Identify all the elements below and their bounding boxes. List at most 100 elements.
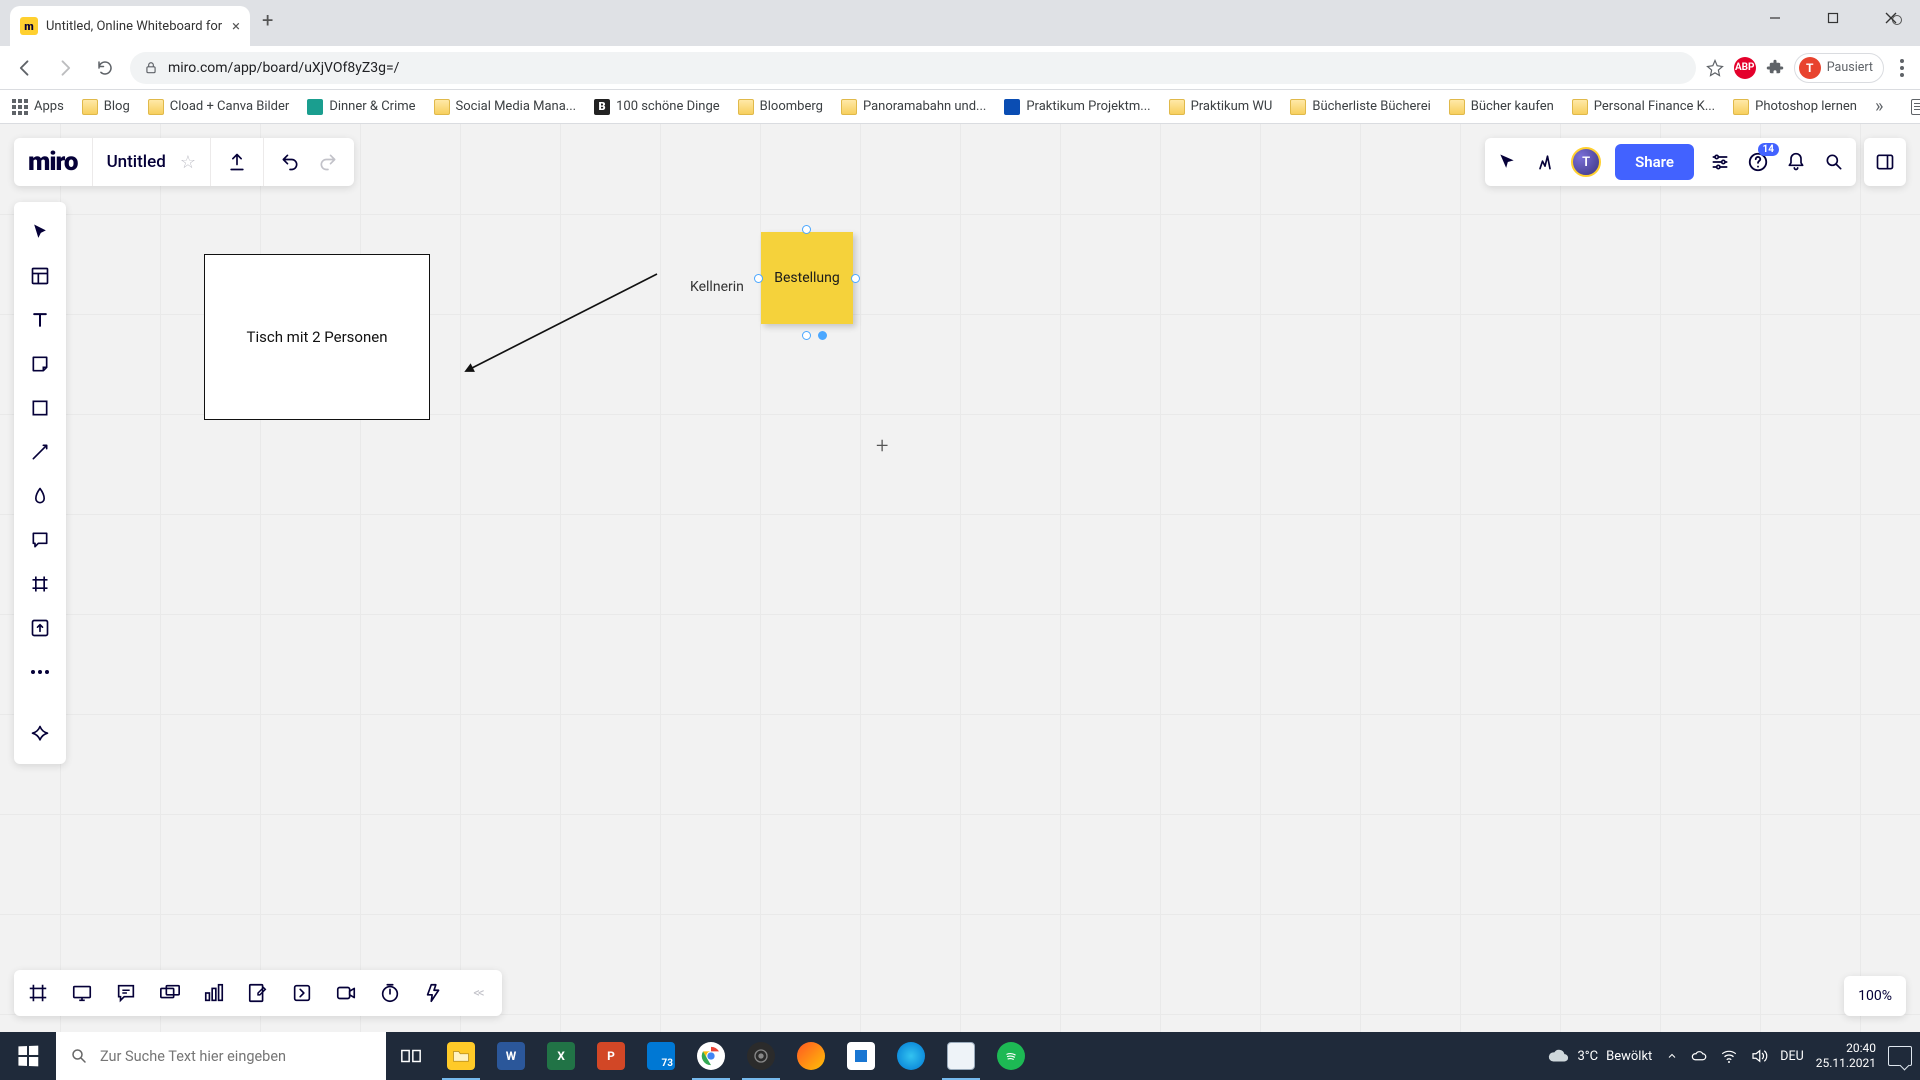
bookmark-favicon	[1572, 99, 1588, 115]
reading-list[interactable]: Leseliste	[1911, 99, 1920, 115]
bookmark-label: Photoshop lernen	[1755, 99, 1857, 114]
start-button[interactable]	[0, 1032, 56, 1080]
edge-icon[interactable]	[886, 1032, 936, 1080]
browser-tab[interactable]: m Untitled, Online Whiteboard for ×	[10, 6, 250, 46]
bookmark-item[interactable]: Social Media Mana...	[434, 99, 577, 115]
taskbar-tray: 3°C Bewölkt DEU 20:40 25.11.2021	[1547, 1032, 1920, 1080]
tab-strip: m Untitled, Online Whiteboard for × +	[0, 0, 1920, 46]
crosshair-cursor: +	[876, 434, 888, 459]
spotify-icon[interactable]	[986, 1032, 1036, 1080]
bookmark-favicon	[82, 99, 98, 115]
chrome-menu-icon[interactable]	[1894, 59, 1910, 77]
bookmark-item[interactable]: Praktikum WU	[1169, 99, 1273, 115]
bookmark-favicon	[434, 99, 450, 115]
volume-icon[interactable]	[1750, 1047, 1768, 1065]
taskbar-clock[interactable]: 20:40 25.11.2021	[1816, 1041, 1876, 1071]
language-indicator[interactable]: DEU	[1780, 1049, 1803, 1064]
clock-date: 25.11.2021	[1816, 1056, 1876, 1071]
obs-icon[interactable]	[736, 1032, 786, 1080]
miro-favicon: m	[20, 17, 38, 35]
bookmark-favicon	[1449, 99, 1465, 115]
bookmark-item[interactable]: Bücher kaufen	[1449, 99, 1554, 115]
lock-icon	[144, 61, 158, 75]
tray-chevron-icon[interactable]	[1666, 1050, 1678, 1062]
bookmark-label: 100 schöne Dinge	[616, 99, 720, 114]
bookmark-label: Praktikum WU	[1191, 99, 1273, 114]
maximize-button[interactable]	[1804, 0, 1862, 36]
app-icon-1[interactable]	[786, 1032, 836, 1080]
sticky-note[interactable]: Bestellung	[761, 232, 853, 324]
bookmark-label: Cload + Canva Bilder	[170, 99, 290, 114]
bookmark-favicon	[1004, 99, 1020, 115]
taskbar-apps: W X P 73	[386, 1032, 1036, 1080]
address-bar-actions: ABP T Pausiert	[1706, 53, 1910, 83]
close-tab-icon[interactable]: ×	[232, 17, 240, 35]
bookmark-item[interactable]: B100 schöne Dinge	[594, 99, 720, 115]
bookmark-label: Bloomberg	[760, 99, 823, 114]
explorer-icon[interactable]	[436, 1032, 486, 1080]
weather-widget[interactable]: 3°C Bewölkt	[1547, 1045, 1652, 1067]
forward-button[interactable]	[50, 53, 80, 83]
selection-handle-e[interactable]	[851, 274, 860, 283]
notepad-icon[interactable]	[936, 1032, 986, 1080]
extensions-icon[interactable]	[1766, 59, 1784, 77]
calendar-icon[interactable]: 73	[636, 1032, 686, 1080]
taskbar-search[interactable]	[56, 1032, 386, 1080]
canvas[interactable]: Tisch mit 2 Personen Kellnerin Bestellun…	[0, 124, 1920, 1032]
chrome-icon[interactable]	[686, 1032, 736, 1080]
back-button[interactable]	[10, 53, 40, 83]
app-icon-2[interactable]	[836, 1032, 886, 1080]
text-label[interactable]: Kellnerin	[690, 279, 744, 295]
weather-temp: 3°C	[1577, 1049, 1598, 1064]
bookmark-item[interactable]: Photoshop lernen	[1733, 99, 1857, 115]
selection-handle-w[interactable]	[754, 274, 763, 283]
bookmark-label: Bücherliste Bücherei	[1312, 99, 1430, 114]
bookmark-favicon	[307, 99, 323, 115]
rotate-handle[interactable]	[818, 331, 827, 340]
reload-button[interactable]	[90, 53, 120, 83]
action-center-icon[interactable]	[1888, 1046, 1912, 1066]
bookmarks-overflow-icon[interactable]: »	[1875, 96, 1883, 117]
url-field[interactable]: miro.com/app/board/uXjVOf8yZ3g=/	[130, 52, 1696, 84]
apps-shortcut[interactable]: Apps	[12, 99, 64, 115]
bookmark-favicon	[738, 99, 754, 115]
bookmark-favicon	[1290, 99, 1306, 115]
selection-handle-s[interactable]	[802, 331, 811, 340]
shape-rectangle[interactable]: Tisch mit 2 Personen	[204, 254, 430, 420]
onedrive-icon[interactable]	[1690, 1047, 1708, 1065]
clock-time: 20:40	[1816, 1041, 1876, 1056]
bookmark-star-icon[interactable]	[1706, 59, 1724, 77]
word-icon[interactable]: W	[486, 1032, 536, 1080]
bookmark-item[interactable]: Personal Finance K...	[1572, 99, 1715, 115]
bookmark-item[interactable]: Dinner & Crime	[307, 99, 415, 115]
windows-logo-icon	[18, 1046, 38, 1067]
profile-pill[interactable]: T Pausiert	[1794, 53, 1884, 83]
bookmark-item[interactable]: Blog	[82, 99, 130, 115]
minimize-button[interactable]	[1746, 0, 1804, 36]
bookmark-label: Praktikum Projektm...	[1026, 99, 1150, 114]
excel-icon[interactable]: X	[536, 1032, 586, 1080]
abp-extension-icon[interactable]: ABP	[1734, 57, 1756, 79]
selection-handle-n[interactable]	[802, 225, 811, 234]
bookmark-item[interactable]: Bücherliste Bücherei	[1290, 99, 1430, 115]
new-tab-button[interactable]: +	[262, 8, 273, 32]
bookmark-favicon	[841, 99, 857, 115]
task-view-icon[interactable]	[386, 1032, 436, 1080]
connector-arrow[interactable]	[462, 269, 662, 379]
bookmark-item[interactable]: Panoramabahn und...	[841, 99, 986, 115]
tab-title: Untitled, Online Whiteboard for	[46, 19, 224, 34]
bookmark-item[interactable]: Cload + Canva Bilder	[148, 99, 290, 115]
bookmark-item[interactable]: Praktikum Projektm...	[1004, 99, 1150, 115]
window-controls	[1746, 0, 1920, 36]
windows-taskbar: W X P 73 3°C Bewölkt DEU 20:40 25.11.202…	[0, 1032, 1920, 1080]
powerpoint-icon[interactable]: P	[586, 1032, 636, 1080]
weather-cond: Bewölkt	[1606, 1049, 1652, 1064]
close-window-button[interactable]	[1862, 0, 1920, 36]
calendar-badge: 73	[662, 1058, 673, 1069]
address-bar: miro.com/app/board/uXjVOf8yZ3g=/ ABP T P…	[0, 46, 1920, 90]
profile-avatar: T	[1799, 57, 1821, 79]
wifi-icon[interactable]	[1720, 1047, 1738, 1065]
bookmark-label: Blog	[104, 99, 130, 114]
taskbar-search-input[interactable]	[100, 1048, 372, 1065]
bookmark-item[interactable]: Bloomberg	[738, 99, 823, 115]
